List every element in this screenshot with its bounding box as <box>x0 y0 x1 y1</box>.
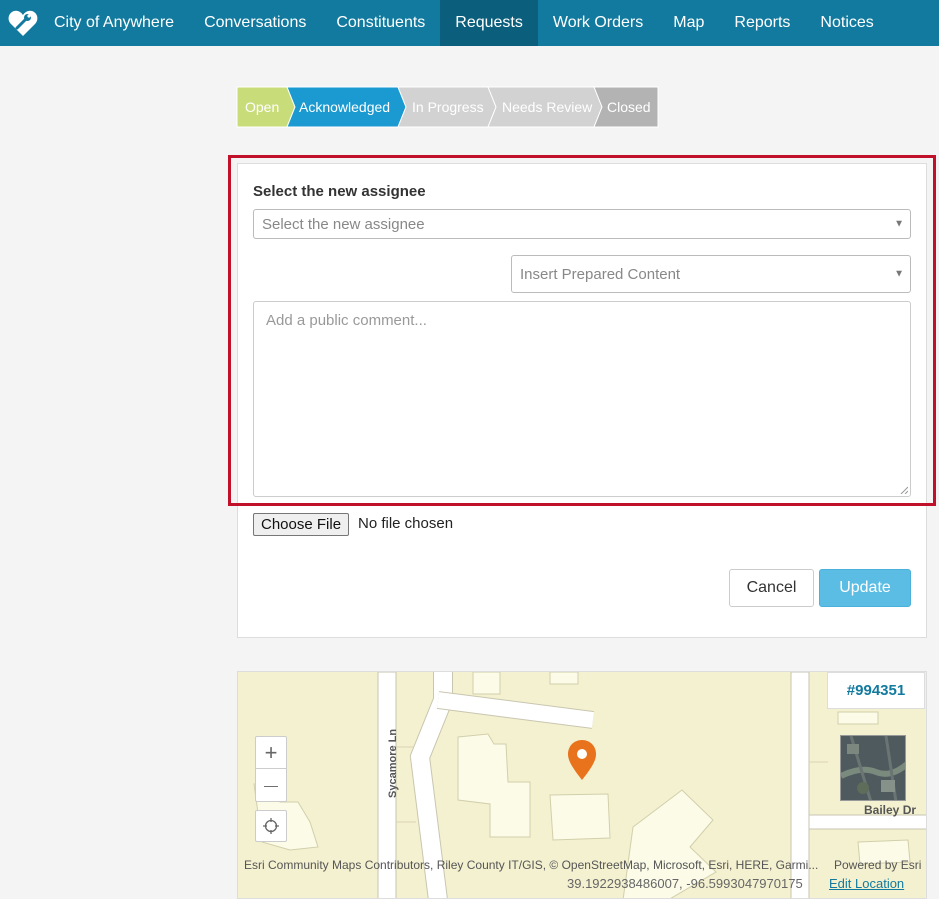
resize-handle-icon[interactable] <box>900 486 908 494</box>
assignee-select[interactable]: Select the new assignee ▼ <box>253 209 911 239</box>
edit-location-link[interactable]: Edit Location <box>829 876 904 891</box>
nav-item-constituents[interactable]: Constituents <box>321 0 440 46</box>
locate-button[interactable] <box>255 810 287 842</box>
step-needs-review-label: Needs Review <box>502 99 593 115</box>
crosshair-icon <box>263 818 279 834</box>
nav-item-conversations[interactable]: Conversations <box>189 0 321 46</box>
public-comment-placeholder: Add a public comment... <box>266 312 427 329</box>
step-acknowledged-label: Acknowledged <box>299 99 391 115</box>
top-nav: City of Anywhere Conversations Constitue… <box>0 0 939 46</box>
satellite-thumbnail-icon <box>841 736 905 800</box>
street-label-horizontal: Bailey Dr <box>864 803 917 817</box>
file-status-text: No file chosen <box>358 515 454 532</box>
street-label-vertical: Sycamore Ln <box>387 728 399 798</box>
chevron-down-icon: ▼ <box>894 268 904 280</box>
zoom-out-button[interactable]: — <box>256 769 286 801</box>
step-acknowledged[interactable]: Acknowledged <box>286 86 407 128</box>
chevron-down-icon: ▼ <box>894 218 904 230</box>
nav-item-reports[interactable]: Reports <box>719 0 805 46</box>
step-in-progress-label: In Progress <box>412 99 484 115</box>
prepared-content-select[interactable]: Insert Prepared Content ▼ <box>511 255 911 293</box>
choose-file-button[interactable]: Choose File <box>253 513 350 536</box>
status-steps: Open Acknowledged In Progress Needs Revi… <box>236 86 659 128</box>
basemap-toggle-button[interactable] <box>840 735 906 801</box>
location-map[interactable]: + — #994351 Sycamore Ln Bailey Dr Esri C… <box>237 671 927 899</box>
zoom-controls: + — <box>255 736 287 802</box>
nav-item-notices[interactable]: Notices <box>805 0 888 46</box>
prepared-content-placeholder: Insert Prepared Content <box>520 265 681 283</box>
step-open-label: Open <box>245 99 280 115</box>
heart-wrench-logo-icon[interactable] <box>0 0 46 46</box>
nav-item-work-orders[interactable]: Work Orders <box>538 0 658 46</box>
cancel-button[interactable]: Cancel <box>729 569 814 607</box>
public-comment-textarea[interactable]: Add a public comment... <box>253 301 911 497</box>
step-closed-label: Closed <box>607 99 651 115</box>
step-open[interactable]: Open <box>236 86 296 128</box>
assignee-label: Select the new assignee <box>253 183 426 200</box>
nav-item-map[interactable]: Map <box>658 0 719 46</box>
nav-item-requests[interactable]: Requests <box>440 0 538 46</box>
map-attribution: Esri Community Maps Contributors, Riley … <box>244 858 819 872</box>
assignee-select-placeholder: Select the new assignee <box>262 215 425 233</box>
step-in-progress[interactable]: In Progress <box>397 86 497 128</box>
location-coordinates: 39.1922938486007, -96.5993047970175 <box>567 876 803 891</box>
zoom-in-button[interactable]: + <box>256 737 286 769</box>
step-closed[interactable]: Closed <box>593 86 659 128</box>
update-button[interactable]: Update <box>819 569 911 607</box>
location-marker-icon <box>568 740 596 780</box>
request-id-badge: #994351 <box>827 672 925 709</box>
nav-brand[interactable]: City of Anywhere <box>46 0 189 46</box>
step-needs-review[interactable]: Needs Review <box>487 86 603 128</box>
powered-by-esri[interactable]: Powered by Esri <box>834 858 921 872</box>
